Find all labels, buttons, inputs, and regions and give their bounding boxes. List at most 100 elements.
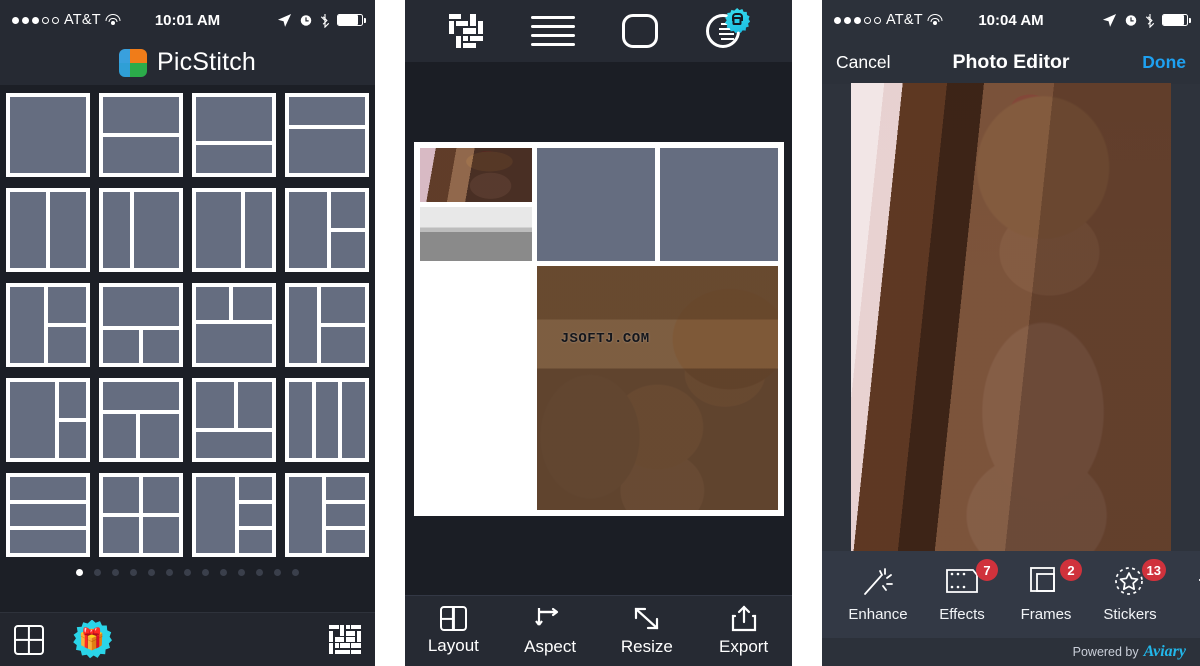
- filmstrip-icon: [945, 566, 979, 598]
- layout-template-top-strip-bottom-large[interactable]: [285, 93, 369, 177]
- page-dot[interactable]: [166, 569, 173, 576]
- battery-icon: [1162, 14, 1191, 26]
- collage-canvas[interactable]: JSOFTJ.COM: [405, 62, 792, 595]
- layout-template-two-rows[interactable]: [99, 93, 183, 177]
- export-share-icon: [731, 605, 756, 632]
- magic-wand-icon: [861, 566, 895, 598]
- layout-template-top-two-bottom-wide[interactable]: [192, 283, 276, 367]
- grid-icon[interactable]: [14, 624, 44, 655]
- rounded-rect-icon[interactable]: [622, 14, 659, 48]
- export-label: Export: [719, 637, 769, 656]
- layout-templates-grid: [6, 93, 369, 557]
- powered-by-footer: Powered by Aviary: [822, 638, 1200, 666]
- page-dot-active[interactable]: [76, 569, 83, 576]
- effects-label: Effects: [939, 606, 985, 623]
- focus-tool[interactable]: Fo: [1172, 566, 1200, 623]
- template-cell: [10, 97, 86, 173]
- layout-button[interactable]: Layout: [411, 606, 495, 656]
- frames-tool[interactable]: 2 Frames: [1004, 559, 1088, 623]
- photo-preview-area: [822, 82, 1200, 553]
- status-left: AT&T: [834, 12, 943, 28]
- layout-icon: [439, 606, 467, 631]
- enhance-tool[interactable]: Enhance: [836, 566, 920, 623]
- layout-template-top-wide-bottom-two[interactable]: [99, 283, 183, 367]
- collage-left-column: [419, 147, 532, 261]
- page-dot[interactable]: [94, 569, 101, 576]
- aviary-photo-editor-screen: AT&T 10:04 AM Cancel Photo Editor Done E…: [822, 0, 1200, 666]
- page-dot[interactable]: [130, 569, 137, 576]
- app-header: PicStitch: [0, 40, 375, 85]
- cell-mother-and-baby[interactable]: JSOFTJ.COM: [536, 265, 778, 510]
- layout-template-top-wide-bottom-two-b[interactable]: [99, 378, 183, 462]
- contrast-icon[interactable]: [706, 8, 751, 50]
- cancel-button[interactable]: Cancel: [836, 52, 890, 73]
- page-indicator[interactable]: [6, 557, 369, 584]
- layout-template-two-columns-equal[interactable]: [6, 188, 90, 272]
- aspect-button[interactable]: Aspect: [508, 606, 592, 657]
- collage-right-top-row: [536, 147, 778, 261]
- three-phone-screenshots: AT&T 10:01 AM PicStitch 🎁 JSOFTJ.COM Lay…: [0, 0, 1200, 666]
- page-dot[interactable]: [292, 569, 299, 576]
- resize-button[interactable]: Resize: [605, 606, 689, 657]
- resize-label: Resize: [620, 636, 673, 656]
- layout-template-left-tall-right-two[interactable]: [285, 283, 369, 367]
- frame-square-icon: [1029, 566, 1063, 598]
- collage-grid: JSOFTJ.COM: [413, 141, 784, 516]
- layout-template-top-two-bottom-strip[interactable]: [192, 378, 276, 462]
- cell-empty-top-middle[interactable]: [536, 147, 655, 261]
- wifi-icon: [105, 14, 121, 26]
- carrier-label: AT&T: [64, 12, 101, 28]
- lock-badge-icon: [724, 8, 751, 34]
- powered-by-label: Powered by: [1072, 645, 1139, 659]
- page-dot[interactable]: [148, 569, 155, 576]
- layout-template-four-quadrants[interactable]: [99, 473, 183, 557]
- layout-template-narrow-left-wide-right[interactable]: [99, 188, 183, 272]
- status-bar: AT&T 10:04 AM: [822, 0, 1200, 40]
- cell-toddler-doorway[interactable]: [419, 147, 532, 202]
- signal-strength-dots: [834, 16, 881, 24]
- layout-template-left-three-right-tall[interactable]: [285, 473, 369, 557]
- page-dot[interactable]: [238, 569, 245, 576]
- navigation-bar: Cancel Photo Editor Done: [822, 40, 1200, 84]
- gift-icon[interactable]: 🎁: [72, 619, 112, 660]
- top-toolbar: [405, 0, 792, 62]
- page-dot[interactable]: [220, 569, 227, 576]
- export-button[interactable]: Export: [702, 605, 786, 657]
- wifi-icon: [927, 14, 943, 26]
- page-dot[interactable]: [256, 569, 263, 576]
- location-arrow-icon: [1102, 13, 1117, 27]
- layout-template-left-tall-right-three[interactable]: [192, 473, 276, 557]
- layout-template-top-large-bottom-strip[interactable]: [192, 93, 276, 177]
- weave-icon[interactable]: [448, 14, 483, 48]
- status-right: [1102, 13, 1191, 28]
- aspect-label: Aspect: [524, 636, 577, 656]
- layout-template-left-tall-right-two-stacked[interactable]: [285, 188, 369, 272]
- editor-tool-strip[interactable]: Enhance 7 Effects 2 Frames 13 Stickers: [822, 551, 1200, 638]
- layout-template-three-columns[interactable]: [285, 378, 369, 462]
- layout-template-left-two-right-tall[interactable]: [6, 378, 90, 462]
- effects-badge: 7: [976, 559, 998, 581]
- page-dot[interactable]: [202, 569, 209, 576]
- mosaic-icon[interactable]: [329, 624, 361, 655]
- frames-label: Frames: [1020, 606, 1072, 623]
- done-button[interactable]: Done: [1142, 52, 1186, 73]
- effects-tool[interactable]: 7 Effects: [920, 559, 1004, 623]
- layout-template-left-two-stacked-right-tall[interactable]: [6, 283, 90, 367]
- status-left: AT&T: [12, 12, 121, 28]
- cell-boys-beach-bw[interactable]: [419, 206, 532, 261]
- page-dot[interactable]: [112, 569, 119, 576]
- layout-template-three-rows[interactable]: [6, 473, 90, 557]
- status-right: [277, 13, 366, 28]
- lines-icon[interactable]: [530, 16, 575, 46]
- toddler-in-doorway-photo[interactable]: [851, 82, 1171, 553]
- aspect-arrow-icon: [535, 607, 559, 626]
- bottom-tab-bar: 🎁: [0, 612, 375, 666]
- page-dot[interactable]: [274, 569, 281, 576]
- stickers-tool[interactable]: 13 Stickers: [1088, 559, 1172, 623]
- cell-empty-top-right[interactable]: [659, 147, 778, 261]
- layout-template-single-full[interactable]: [6, 93, 90, 177]
- page-dot[interactable]: [184, 569, 191, 576]
- picstitch-logo-icon: [118, 48, 147, 77]
- layout-template-wide-left-narrow-right[interactable]: [192, 188, 276, 272]
- watermark-text: JSOFTJ.COM: [560, 331, 650, 348]
